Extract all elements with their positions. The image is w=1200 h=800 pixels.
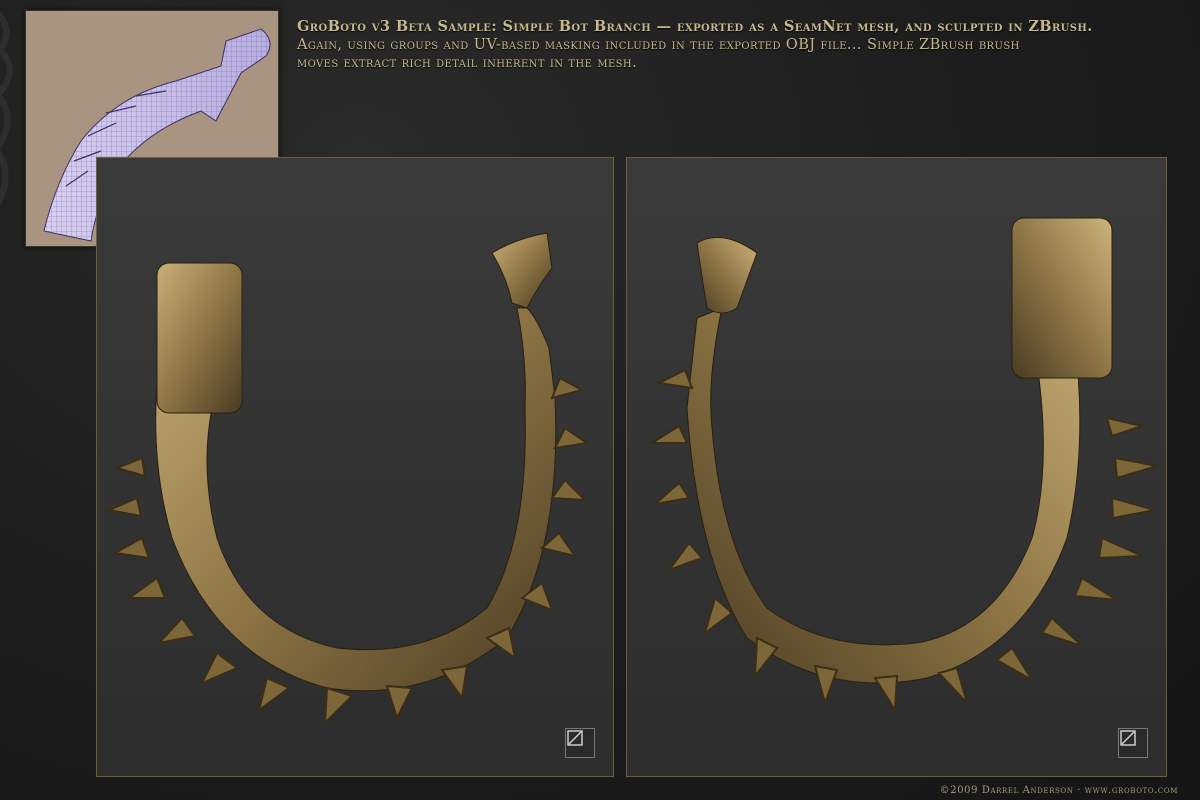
footer-credit: ©2009 Darrel Anderson · www.groboto.com [939, 785, 1178, 796]
sculpted-branch-render-left [105, 232, 590, 726]
groboto-logo-icon [1118, 728, 1148, 758]
render-panel-right [626, 157, 1167, 777]
caption-line-3: moves extract rich detail inherent in th… [297, 55, 638, 71]
sculpted-branch-render-right [648, 217, 1158, 714]
caption-line-2: Again, using groups and UV-based masking… [297, 37, 1020, 53]
render-panel-left [96, 157, 614, 777]
caption-text: GroBoto v3 Beta Sample: Simple Bot Branc… [297, 18, 1177, 72]
caption-line-1: GroBoto v3 Beta Sample: Simple Bot Branc… [297, 18, 1093, 35]
groboto-logo-icon [565, 728, 595, 758]
